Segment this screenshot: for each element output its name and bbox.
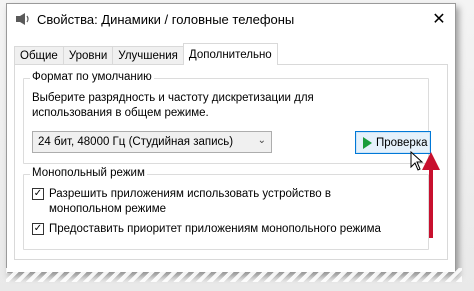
sample-rate-dropdown[interactable]: 24 бит, 48000 Гц (Студийная запись) ⌄: [32, 131, 272, 153]
default-format-description: Выберите разрядность и частоту дискретиз…: [32, 92, 314, 119]
allow-exclusive-checkbox[interactable]: ✓: [32, 188, 44, 200]
test-button-label: Проверка: [376, 136, 428, 149]
chevron-down-icon: ⌄: [257, 135, 266, 146]
tab-levels[interactable]: Уровни: [62, 46, 114, 65]
torn-edge-decoration: [6, 268, 462, 282]
sample-rate-selected: 24 бит, 48000 Гц (Студийная запись): [38, 136, 234, 148]
priority-exclusive-checkbox-row[interactable]: ✓ Предоставить приоритет приложениям мон…: [32, 222, 412, 237]
advanced-panel: Формат по умолчанию Выберите разрядность…: [14, 64, 448, 260]
window-title: Свойства: Динамики / головные телефоны: [37, 12, 295, 27]
tab-advanced[interactable]: Дополнительно: [182, 43, 278, 65]
default-format-legend: Формат по умолчанию: [30, 71, 154, 83]
speaker-icon: [16, 13, 29, 25]
close-button[interactable]: ✕: [427, 8, 451, 30]
annotation-arrow-icon: [422, 152, 440, 238]
play-icon: [363, 136, 372, 149]
exclusive-mode-group: Монопольный режим ✓ Разрешить приложения…: [23, 167, 429, 250]
tab-enhancements[interactable]: Улучшения: [112, 46, 184, 65]
properties-dialog: Свойства: Динамики / головные телефоны ✕…: [6, 3, 456, 273]
priority-exclusive-checkbox[interactable]: ✓: [32, 223, 44, 235]
default-format-group: Формат по умолчанию Выберите разрядность…: [23, 71, 431, 171]
tab-general[interactable]: Общие: [14, 46, 64, 65]
allow-exclusive-label: Разрешить приложениям использовать устро…: [49, 188, 331, 215]
title-bar: Свойства: Динамики / головные телефоны ✕: [7, 4, 455, 35]
close-icon: ✕: [432, 11, 446, 28]
exclusive-mode-legend: Монопольный режим: [30, 167, 147, 179]
allow-exclusive-checkbox-row[interactable]: ✓ Разрешить приложениям использовать уст…: [32, 187, 392, 217]
tab-strip: Общие Уровни Улучшения Дополнительно: [14, 43, 278, 65]
priority-exclusive-label: Предоставить приоритет приложениям моноп…: [49, 223, 381, 235]
